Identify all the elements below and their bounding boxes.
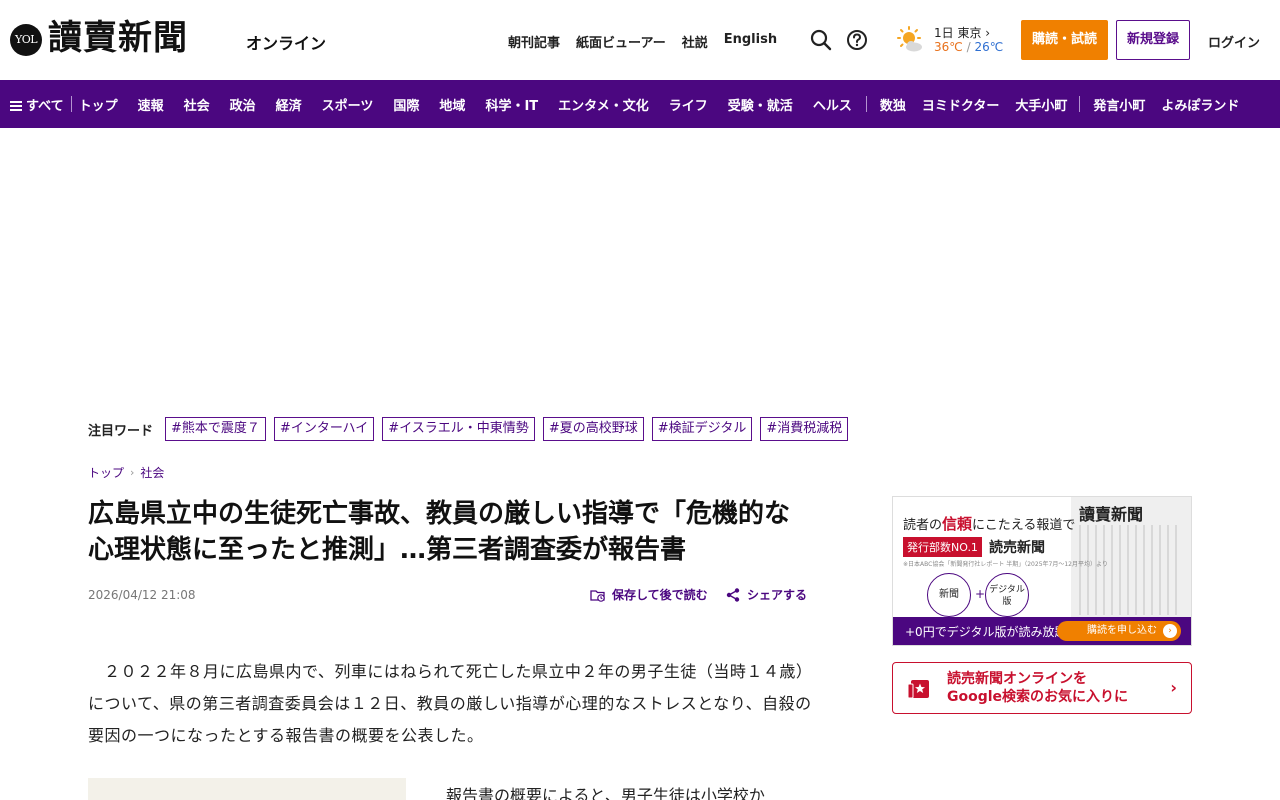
yol-logo-badge[interactable]: YOL <box>10 24 42 56</box>
nav-item-science-it[interactable]: 科学・IT <box>485 95 538 114</box>
nav-item-breaking[interactable]: 速報 <box>138 95 164 114</box>
nav-item-otekomachi[interactable]: 大手小町 <box>1015 95 1067 114</box>
plus-icon: + <box>975 587 986 601</box>
google-promo-line1: 読売新聞オンラインを <box>947 671 1087 687</box>
nav-item-regional[interactable]: 地域 <box>439 95 465 114</box>
nav-item-sports[interactable]: スポーツ <box>322 95 374 114</box>
nav-item-sudoku[interactable]: 数独 <box>880 95 906 114</box>
save-for-later-button[interactable]: 保存して後で読む <box>590 586 708 603</box>
trend-tag[interactable]: #消費税減税 <box>760 417 849 441</box>
weather-temperature: 36℃ / 26℃ <box>934 40 1003 54</box>
trending-label: 注目ワード <box>88 423 154 439</box>
menu-icon <box>10 99 22 113</box>
star-bookmark-icon <box>907 680 929 699</box>
nav-item-economy[interactable]: 経済 <box>276 95 302 114</box>
subscription-ad-banner[interactable]: 讀賣新聞 読者の信頼にこたえる報道で 発行部数NO.1 読売新聞 ※日本ABC協… <box>892 496 1192 646</box>
newspaper-image-columns <box>1079 525 1183 615</box>
weather-separator: / <box>966 40 971 54</box>
share-label: シェアする <box>747 588 808 602</box>
site-logo-sub[interactable]: オンライン <box>246 30 326 54</box>
share-button[interactable]: シェアする <box>725 586 807 603</box>
ad-bar-text: +0円でデジタル版が読み放題! <box>905 625 1072 639</box>
site-logo[interactable]: 讀賣新聞 <box>48 16 188 60</box>
nav-divider <box>70 96 72 112</box>
google-preferred-source-button[interactable]: 読売新聞オンラインを Google検索のお気に入りに › <box>892 662 1192 714</box>
nav-divider <box>865 96 867 112</box>
ad-circle-digital: デジタル版 <box>985 573 1029 617</box>
header-link-english[interactable]: English <box>724 32 777 51</box>
ad-headline-pre: 読者の <box>903 518 943 533</box>
chevron-right-icon: › <box>130 466 135 479</box>
save-for-later-label: 保存して後で読む <box>612 588 708 602</box>
ad-brand: 読売新聞 <box>989 540 1045 556</box>
login-button[interactable]: ログイン <box>1208 32 1260 51</box>
trend-tag[interactable]: #夏の高校野球 <box>542 417 644 441</box>
trending-words: 注目ワード #熊本で震度７ #インターハイ #イスラエル・中東情勢 #夏の高校野… <box>88 417 856 441</box>
nav-item-exams-jobs[interactable]: 受験・就活 <box>728 95 793 114</box>
ad-apply-button[interactable]: 購読を申し込む › <box>1057 621 1181 641</box>
google-promo-line2: Google検索のお気に入りに <box>947 689 1129 705</box>
nav-item-hatsugen-komachi[interactable]: 発言小町 <box>1093 95 1145 114</box>
nav-item-yomipo-land[interactable]: よみぽランド <box>1161 95 1239 114</box>
newspaper-image: 讀賣新聞 <box>1071 497 1191 619</box>
search-icon[interactable] <box>810 29 832 51</box>
ad-apply-label: 購読を申し込む <box>1087 625 1157 636</box>
trend-tag[interactable]: #イスラエル・中東情勢 <box>382 417 535 441</box>
header-link-morning-edition[interactable]: 朝刊記事 <box>508 32 560 51</box>
folder-clock-icon <box>590 589 605 602</box>
header-link-paper-viewer[interactable]: 紙面ビューアー <box>576 32 666 51</box>
circulation-no1-badge: 発行部数NO.1 <box>903 537 982 557</box>
chevron-right-icon: › <box>1163 624 1177 638</box>
nav-item-health[interactable]: ヘルス <box>813 95 852 114</box>
nav-item-life[interactable]: ライフ <box>669 95 708 114</box>
sunny-cloudy-icon <box>897 26 922 52</box>
nav-item-top[interactable]: トップ <box>79 95 118 114</box>
subscribe-button[interactable]: 購読・試読 <box>1021 20 1108 60</box>
google-promo-text: 読売新聞オンラインを Google検索のお気に入りに <box>947 670 1128 706</box>
trend-tag[interactable]: #検証デジタル <box>651 417 753 441</box>
nav-item-all[interactable]: すべて <box>10 95 64 114</box>
site-header: YOL 讀賣新聞 オンライン 朝刊記事 紙面ビューアー 社説 English 1… <box>0 0 1280 80</box>
breadcrumb: トップ › 社会 <box>88 464 164 481</box>
ad-headline-post: にこたえる報道で <box>972 518 1076 533</box>
article-lead-paragraph: ２０２２年８月に広島県内で、列車にはねられて死亡した県立中２年の男子生徒（当時１… <box>88 662 812 745</box>
category-nav: すべて トップ 速報 社会 政治 経済 スポーツ 国際 地域 科学・IT エンタ… <box>0 80 1280 128</box>
header-link-editorial[interactable]: 社説 <box>682 32 708 51</box>
article-title: 広島県立中の生徒死亡事故、教員の厳しい指導で「危機的な心理状態に至ったと推測」…… <box>88 499 791 565</box>
nav-item-entertainment[interactable]: エンタメ・文化 <box>558 95 649 114</box>
nav-item-politics[interactable]: 政治 <box>230 95 256 114</box>
weather-location: 1日 東京 › <box>934 26 991 40</box>
ad-bottom-bar: +0円でデジタル版が読み放題! 購読を申し込む › <box>893 617 1191 645</box>
chevron-right-icon: › <box>1170 678 1177 697</box>
ad-headline-emphasis: 信頼 <box>942 515 973 533</box>
nav-item-society[interactable]: 社会 <box>184 95 210 114</box>
share-icon <box>726 587 740 602</box>
weather-high: 36℃ <box>934 40 963 54</box>
breadcrumb-section[interactable]: 社会 <box>140 464 164 481</box>
trend-tag[interactable]: #インターハイ <box>273 417 375 441</box>
register-button[interactable]: 新規登録 <box>1116 20 1190 60</box>
nav-divider <box>1079 96 1081 112</box>
ad-footnote: ※日本ABC協会「新聞発行社レポート 半期」（2025年7月〜12月平均）より <box>903 561 1108 568</box>
trend-tag[interactable]: #熊本で震度７ <box>165 417 266 441</box>
article-date: 2026/04/12 21:08 <box>88 588 196 602</box>
ad-headline: 読者の信頼にこたえる報道で <box>903 513 1075 534</box>
breadcrumb-top[interactable]: トップ <box>88 464 124 481</box>
header-links: 朝刊記事 紙面ビューアー 社説 English <box>508 32 777 51</box>
article-body-paragraph: 報告書の概要によると、男子生徒は小学校か <box>446 786 765 800</box>
weather-low: 26℃ <box>974 40 1004 54</box>
weather-widget[interactable]: 1日 東京 › 36℃ / 26℃ <box>896 24 1003 58</box>
article-photo[interactable] <box>88 778 406 800</box>
help-icon[interactable] <box>846 29 868 51</box>
ad-circle-newspaper: 新聞 <box>927 573 971 617</box>
newspaper-image-title: 讀賣新聞 <box>1079 505 1144 524</box>
nav-item-international[interactable]: 国際 <box>393 95 419 114</box>
nav-item-yomidoctor[interactable]: ヨミドクター <box>922 95 999 114</box>
nav-all-label: すべて <box>26 98 64 114</box>
